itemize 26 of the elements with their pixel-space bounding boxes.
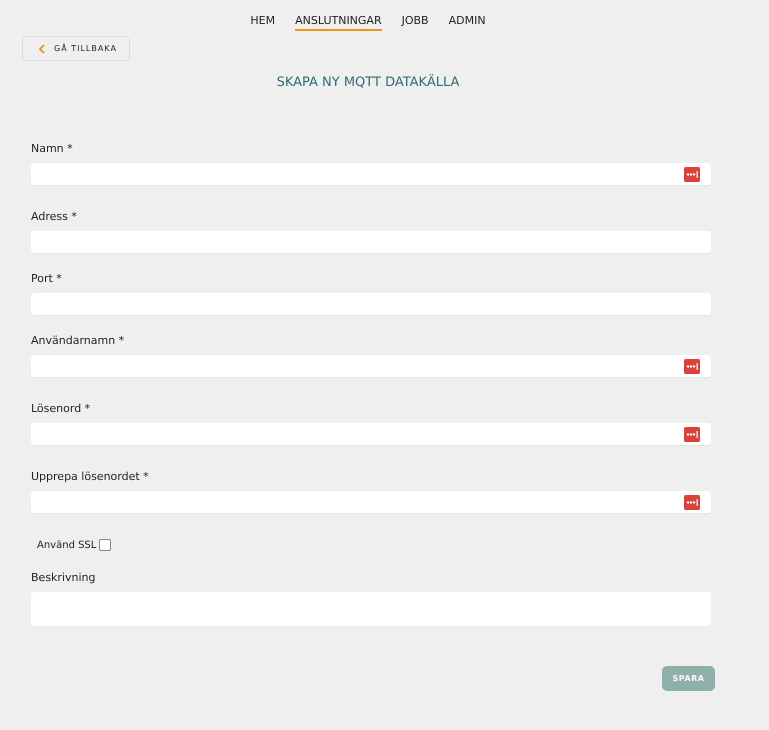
field-label: Namn * bbox=[31, 141, 74, 157]
password-manager-icon[interactable] bbox=[684, 495, 700, 510]
field-label: Adress * bbox=[31, 209, 78, 225]
ssl-checkbox[interactable] bbox=[99, 539, 112, 551]
input-field[interactable] bbox=[31, 423, 711, 445]
checkbox-label: Använd SSL bbox=[37, 540, 96, 550]
back-button[interactable]: GÅ TILLBAKA bbox=[22, 36, 130, 61]
password-manager-icon[interactable] bbox=[684, 427, 700, 442]
nav-link[interactable]: ANSLUTNINGAR bbox=[295, 14, 382, 31]
password-manager-icon[interactable] bbox=[684, 167, 700, 182]
nav-link[interactable]: HEM bbox=[250, 14, 276, 31]
field-label: Port * bbox=[31, 271, 63, 287]
field-label: Upprepa lösenordet * bbox=[31, 469, 150, 485]
password-manager-icon[interactable] bbox=[684, 359, 700, 374]
field-label: Beskrivning bbox=[31, 570, 96, 586]
field-label: Lösenord * bbox=[31, 401, 92, 417]
input-field[interactable] bbox=[31, 163, 711, 185]
nav-link[interactable]: JOBB bbox=[402, 14, 429, 31]
page-title: SKAPA NY MQTT DATAKÄLLA bbox=[276, 75, 460, 91]
input-field[interactable] bbox=[31, 231, 711, 253]
field-label: Användarnamn * bbox=[31, 333, 126, 349]
input-field[interactable] bbox=[31, 491, 711, 513]
input-field[interactable] bbox=[31, 293, 711, 315]
nav-link[interactable]: ADMIN bbox=[448, 14, 486, 31]
input-field[interactable] bbox=[31, 355, 711, 377]
chevron-left-icon bbox=[38, 44, 45, 54]
